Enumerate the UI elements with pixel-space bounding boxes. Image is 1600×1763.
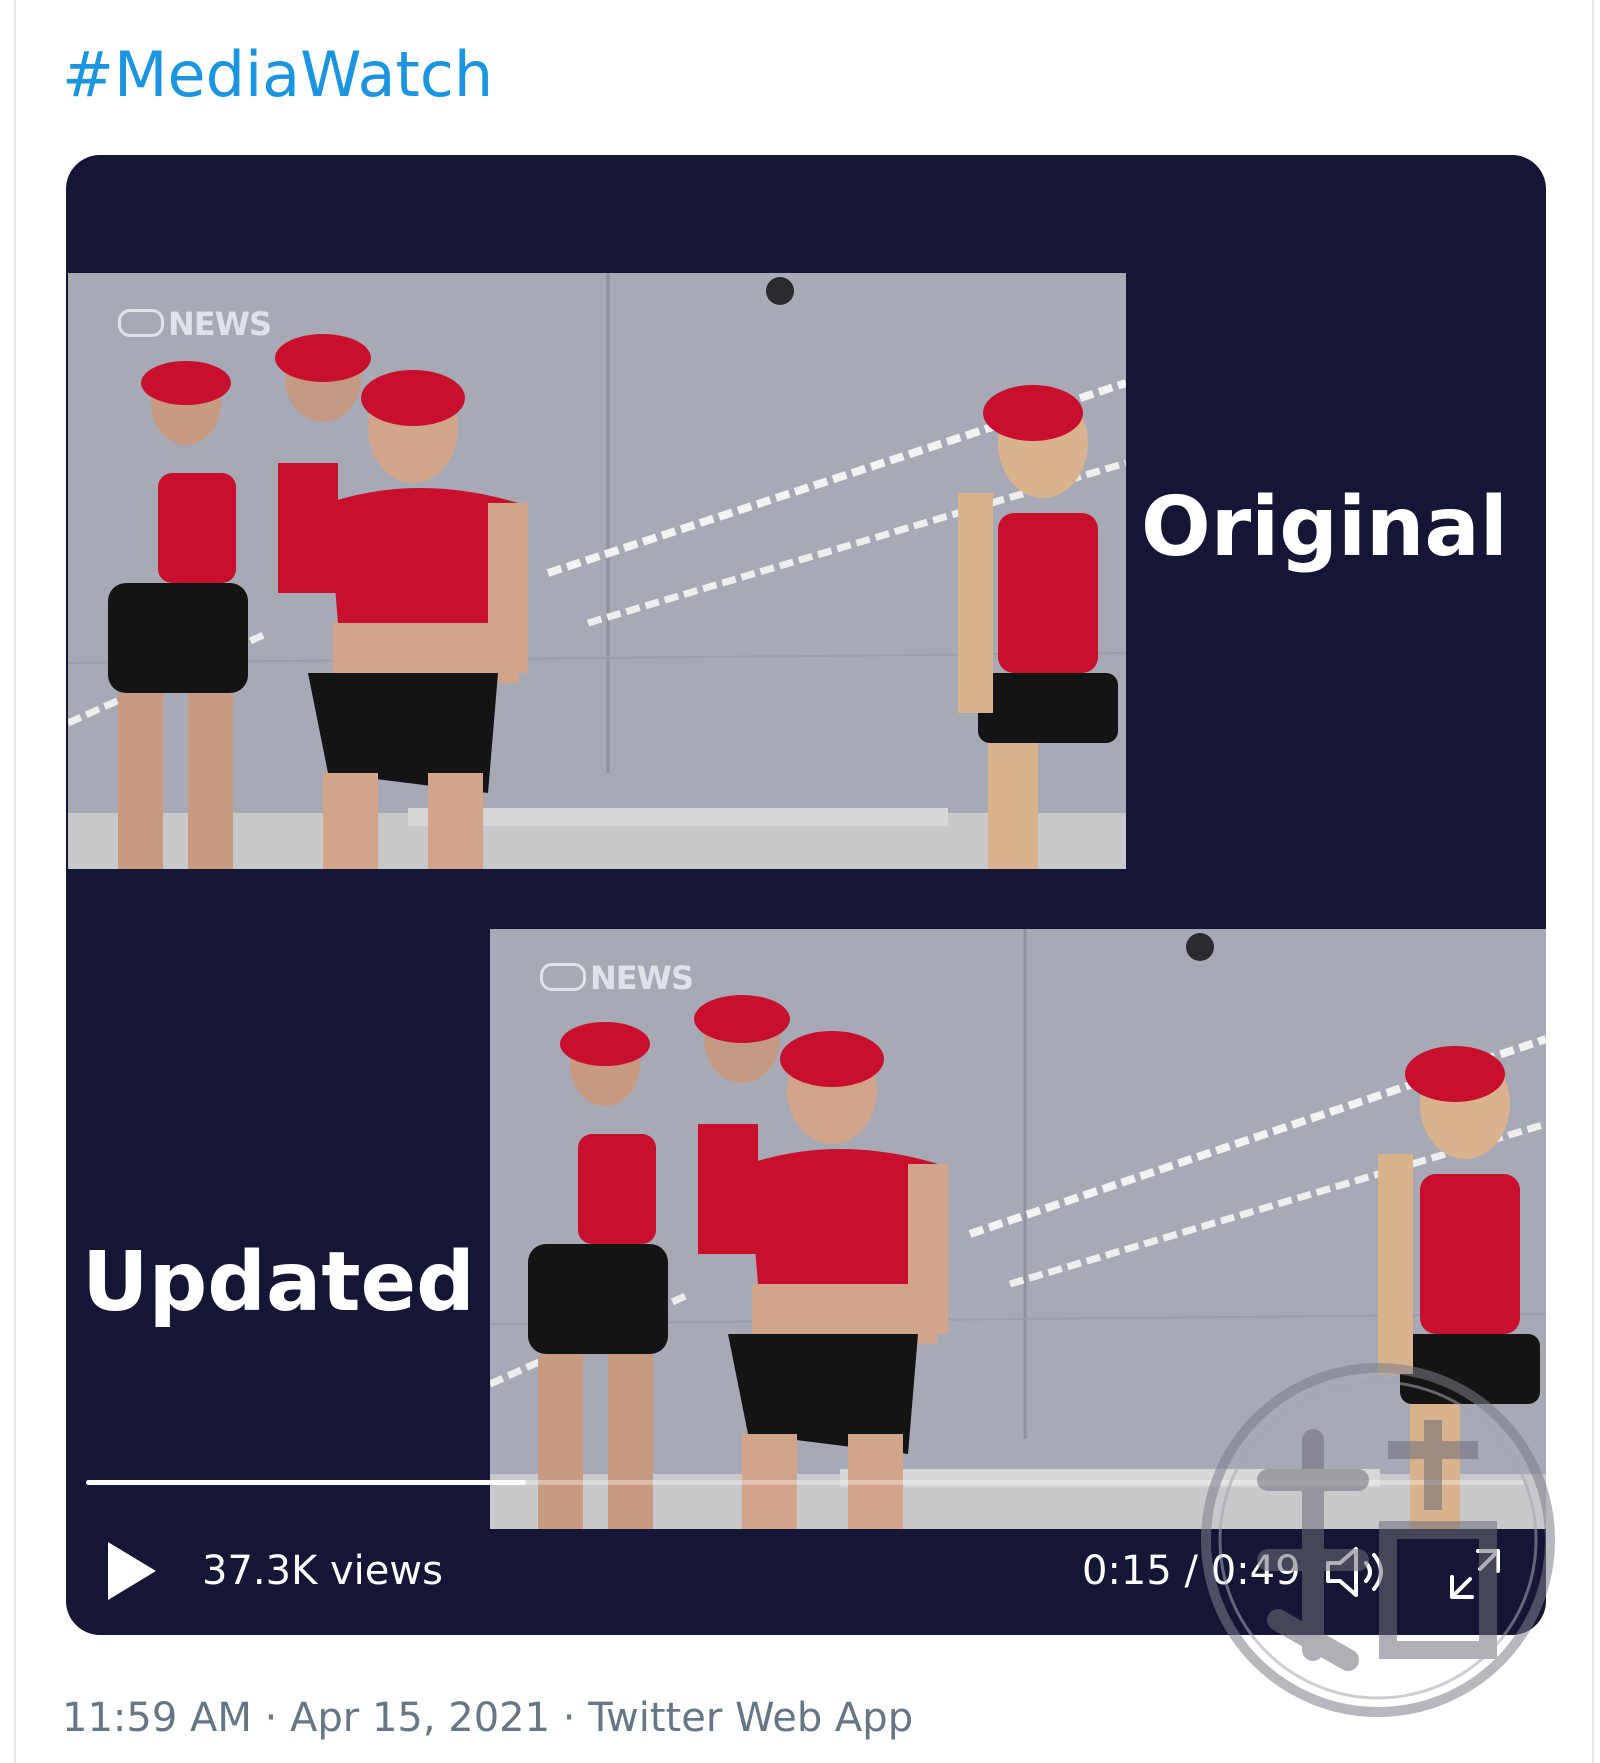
publisher-seal-watermark: [1198, 1360, 1558, 1720]
tweet-border-right: [1592, 0, 1594, 1763]
video-progress-fill: [86, 1480, 527, 1485]
tweet-time[interactable]: 11:59 AM: [62, 1695, 252, 1741]
tweet-metadata: 11:59 AM · Apr 15, 2021 · Twitter Web Ap…: [62, 1695, 913, 1741]
abc-news-watermark: NEWS: [118, 305, 272, 343]
tweet-source[interactable]: Twitter Web App: [588, 1695, 913, 1741]
tweet-date[interactable]: Apr 15, 2021: [290, 1695, 550, 1741]
tweet-border-left: [14, 0, 16, 1763]
label-original: Original: [1141, 480, 1508, 575]
label-updated: Updated: [82, 1235, 475, 1330]
video-clip-original: NEWS: [68, 273, 1126, 869]
play-icon: [108, 1542, 156, 1600]
current-time: 0:15: [1082, 1548, 1172, 1594]
hashtag-link[interactable]: #MediaWatch: [62, 38, 493, 111]
meta-separator: ·: [550, 1695, 589, 1741]
play-button[interactable]: [104, 1540, 160, 1602]
meta-separator: ·: [251, 1695, 291, 1741]
abc-news-watermark: NEWS: [540, 959, 694, 997]
view-count: 37.3K views: [202, 1548, 443, 1594]
